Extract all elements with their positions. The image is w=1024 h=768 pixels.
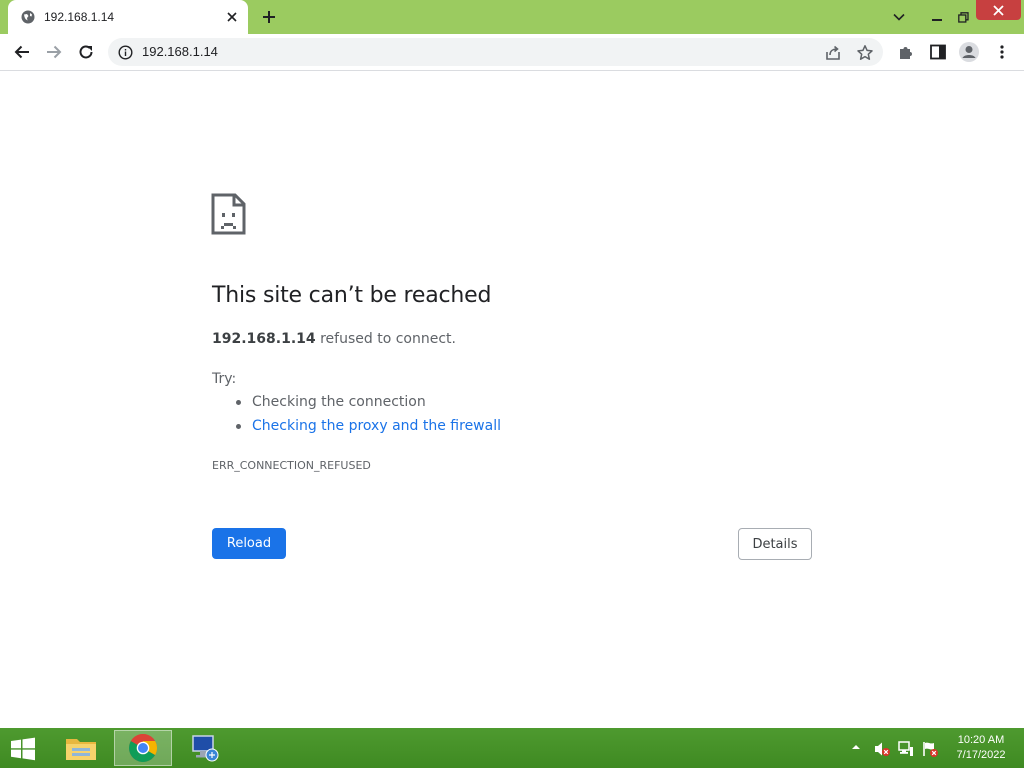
clock-time: 10:20 AM <box>957 734 1005 746</box>
taskbar-file-explorer[interactable] <box>52 730 110 766</box>
file-explorer-icon <box>66 739 96 760</box>
action-center-flag-icon[interactable] <box>921 740 939 758</box>
avatar-icon <box>959 42 979 62</box>
tab-title: 192.168.1.14 <box>44 10 115 24</box>
back-arrow-icon <box>14 45 29 59</box>
close-tab-icon[interactable] <box>226 11 238 23</box>
sad-page-icon <box>211 193 246 235</box>
suggestion-check-proxy-link[interactable]: Checking the proxy and the firewall <box>236 418 501 442</box>
taskbar-clock[interactable]: 10:20 AM 7/17/2022 <box>946 733 1016 763</box>
reload-icon <box>79 45 93 59</box>
reload-page-button[interactable]: Reload <box>212 528 286 559</box>
window-close-button[interactable] <box>976 0 1021 20</box>
details-button[interactable]: Details <box>738 528 812 560</box>
host-name: 192.168.1.14 <box>212 331 316 347</box>
chrome-icon <box>129 734 157 762</box>
windows-start-icon[interactable] <box>8 736 38 762</box>
side-panel-button[interactable] <box>926 40 950 64</box>
restore-icon <box>957 11 969 23</box>
error-code: ERR_CONNECTION_REFUSED <box>212 459 371 472</box>
tab-search-button[interactable] <box>884 0 914 34</box>
new-tab-icon[interactable] <box>261 9 277 25</box>
error-message: refused to connect. <box>315 331 456 347</box>
network-tray-icon[interactable] <box>897 740 915 758</box>
tab-active[interactable]: 192.168.1.14 <box>8 0 248 34</box>
suggestion-check-connection: Checking the connection <box>236 394 501 418</box>
taskbar-chrome[interactable] <box>114 730 172 766</box>
more-vert-icon <box>1000 45 1004 59</box>
profile-button[interactable] <box>957 40 981 64</box>
reload-button[interactable] <box>74 40 98 64</box>
url-text[interactable]: 192.168.1.14 <box>142 44 218 59</box>
browser-toolbar: 192.168.1.14 <box>0 34 1024 71</box>
forward-button[interactable] <box>42 40 66 64</box>
chevron-down-icon <box>893 13 905 21</box>
extensions-button[interactable] <box>894 40 918 64</box>
minimize-button[interactable] <box>924 0 950 34</box>
try-label: Try: <box>212 371 237 387</box>
address-bar[interactable]: 192.168.1.14 <box>108 38 883 66</box>
share-icon[interactable] <box>824 44 842 62</box>
show-hidden-icons-icon[interactable] <box>851 742 861 752</box>
taskbar-network-app[interactable] <box>176 730 234 766</box>
side-panel-icon <box>930 44 946 60</box>
globe-icon <box>21 10 35 24</box>
forward-arrow-icon <box>47 45 62 59</box>
menu-button[interactable] <box>990 40 1014 64</box>
clock-date: 7/17/2022 <box>956 749 1006 761</box>
page-title: This site can’t be reached <box>212 283 492 308</box>
volume-muted-icon[interactable] <box>873 740 891 758</box>
minimize-icon <box>932 19 942 21</box>
puzzle-icon <box>900 47 912 59</box>
network-computer-icon <box>192 735 219 762</box>
info-icon[interactable] <box>118 45 133 60</box>
restore-button[interactable] <box>950 0 976 34</box>
bookmark-star-icon[interactable] <box>856 44 874 62</box>
taskbar: 10:20 AM 7/17/2022 <box>0 728 1024 768</box>
back-button[interactable] <box>10 40 34 64</box>
suggestions-list: Checking the connection Checking the pro… <box>212 394 501 442</box>
error-summary: 192.168.1.14 refused to connect. <box>212 331 456 347</box>
browser-titlebar: 192.168.1.14 <box>0 0 1024 34</box>
close-icon <box>993 4 1004 16</box>
